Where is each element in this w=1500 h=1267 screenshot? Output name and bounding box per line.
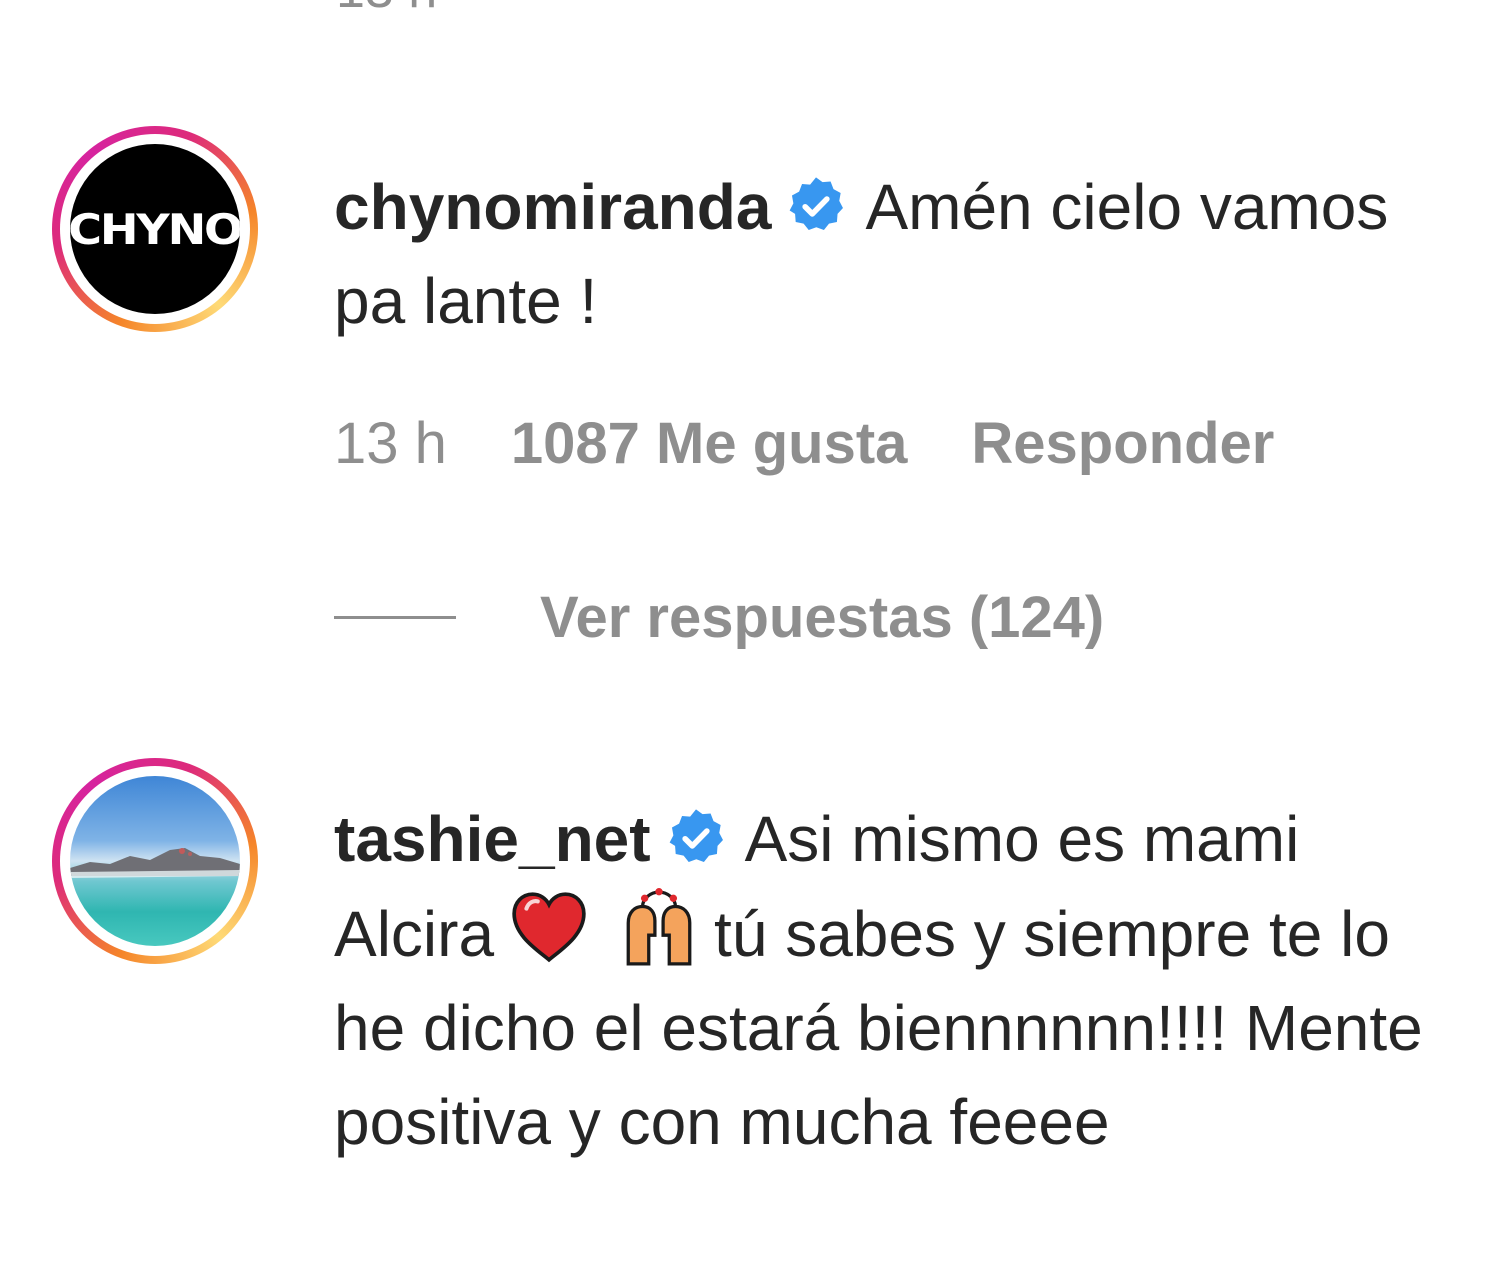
- comment-username[interactable]: tashie_net: [334, 803, 651, 875]
- comment-username[interactable]: chynomiranda: [334, 171, 771, 243]
- avatar-beach-photo: [70, 848, 240, 878]
- reply-button[interactable]: Responder: [971, 410, 1274, 477]
- previous-comment-time: 13 h: [336, 0, 437, 16]
- raising-hands-icon: [626, 888, 692, 966]
- comment-text-part2: tú sabes y siempre te lo he dicho el est…: [334, 898, 1423, 1158]
- view-replies-label: Ver respuestas (124): [540, 585, 1105, 650]
- comment-time[interactable]: 13 h: [334, 410, 447, 477]
- avatar[interactable]: CHYNO: [70, 144, 240, 314]
- verified-badge-icon: [669, 809, 723, 863]
- comment-likes[interactable]: 1087 Me gusta: [511, 410, 908, 477]
- comment-body: tashie_net Asi mismo es mami Alcira tú s…: [334, 792, 1444, 1169]
- verified-badge-icon: [790, 177, 844, 231]
- avatar[interactable]: [70, 776, 240, 946]
- replies-divider-line: [334, 616, 456, 619]
- avatar-story-ring[interactable]: [52, 758, 258, 964]
- comment-body: chynomiranda Amén cielo vamos pa lante !: [334, 160, 1444, 348]
- avatar-story-ring[interactable]: CHYNO: [52, 126, 258, 332]
- view-replies-button[interactable]: Ver respuestas (124): [334, 584, 1104, 651]
- red-heart-icon: [512, 892, 586, 963]
- comment-meta: 13 h 1087 Me gusta Responder: [334, 410, 1274, 477]
- avatar-logo-text: CHYNO: [70, 204, 240, 254]
